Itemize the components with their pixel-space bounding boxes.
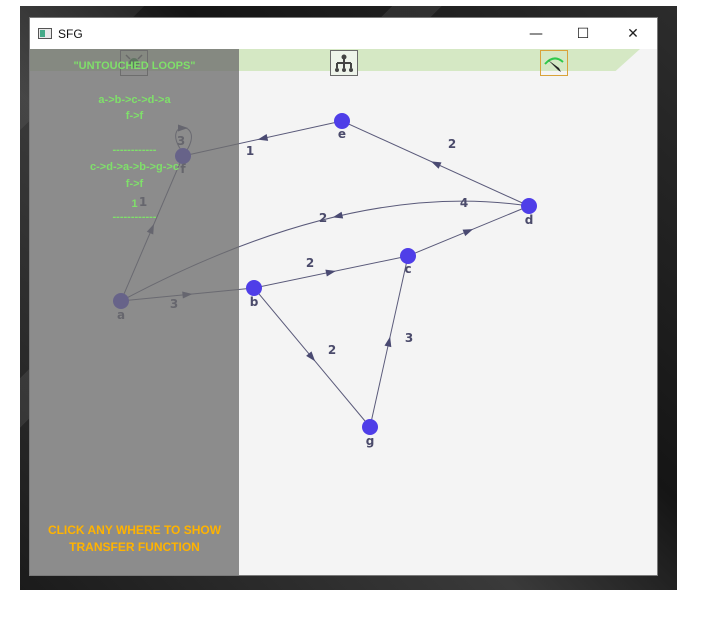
loop-count: 1 <box>131 198 138 210</box>
panel-heading: "UNTOUCHED LOOPS" <box>73 60 196 72</box>
node-label-b: b <box>250 295 259 309</box>
edge-gain-label: 2 <box>306 256 314 270</box>
edge-arrow-icon <box>462 229 474 237</box>
maximize-icon: ☐ <box>576 25 590 42</box>
canvas-area[interactable]: 1224231323 edcbafg "UNTOUCHED LOOPS" a->… <box>30 49 657 575</box>
node-label-e: e <box>338 127 346 141</box>
separator-line: ------------ <box>112 144 157 156</box>
transfer-function-hint-line2: TRANSFER FUNCTION <box>69 540 200 554</box>
edge-gain-label: 4 <box>460 196 468 210</box>
close-icon: ✕ <box>627 25 639 42</box>
edge-arrow-icon <box>384 336 392 348</box>
loop-line: c->d->a->b->g->c <box>90 161 179 173</box>
window-title: SFG <box>58 26 83 41</box>
app-window: SFG — ☐ ✕ 1 2 2 4 2 2 3 e d c b g "UNTOU… <box>29 17 658 576</box>
loop-line: f->f <box>125 110 144 122</box>
title-bar[interactable]: SFG — ☐ ✕ <box>30 18 657 49</box>
node-b[interactable] <box>246 280 262 296</box>
app-icon <box>38 28 52 39</box>
minimize-icon: — <box>529 25 543 42</box>
edge-gain-label: 2 <box>328 343 336 357</box>
edge-gain-label: 3 <box>405 331 413 345</box>
edge-arrow-icon <box>332 211 344 219</box>
maximize-button[interactable]: ☐ <box>560 18 606 49</box>
loop-line: a->b->c->d->a <box>98 94 171 106</box>
close-button[interactable]: ✕ <box>610 18 656 49</box>
minimize-button[interactable]: — <box>513 18 559 49</box>
edge-gain-label: 2 <box>448 137 456 151</box>
edge-arrow-icon <box>325 269 336 277</box>
untouched-loops-panel[interactable]: "UNTOUCHED LOOPS" a->b->c->d->a f->f ---… <box>30 49 239 575</box>
node-g[interactable] <box>362 419 378 435</box>
node-label-g: g <box>366 434 375 448</box>
separator-line: ------------ <box>112 211 157 223</box>
edge-gain-label: 2 <box>319 211 327 225</box>
edge-arrow-icon <box>430 161 442 169</box>
node-d[interactable] <box>521 198 537 214</box>
transfer-function-hint-line1: CLICK ANY WHERE TO SHOW <box>47 523 222 537</box>
node-label-c: c <box>404 262 411 276</box>
loop-line: f->f <box>125 178 144 190</box>
edge-gain-label: 1 <box>246 144 254 158</box>
node-label-d: d <box>525 213 534 227</box>
edge-arrow-icon <box>257 134 269 141</box>
